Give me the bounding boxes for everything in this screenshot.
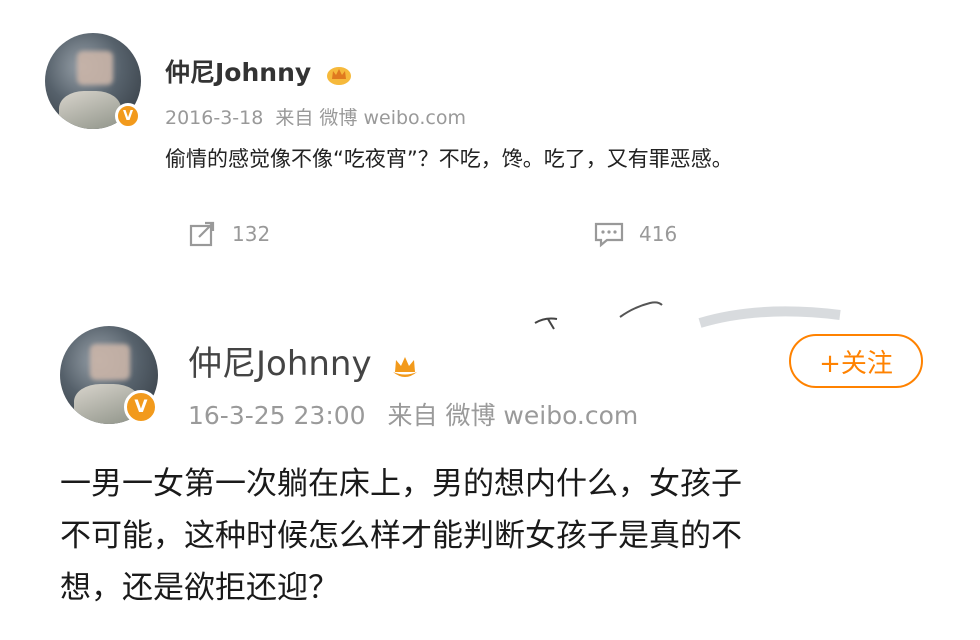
follow-button[interactable]: +关注 — [789, 334, 923, 388]
v-badge-icon: V — [115, 103, 141, 129]
username-text: 仲尼Johnny — [188, 344, 372, 384]
weibo-post-1: V 仲尼Johnny 2016-3-18 来自 微博 weibo.com 偷情的… — [0, 0, 980, 282]
post-text-line: 想，还是欲拒还迎？ — [60, 570, 339, 606]
crown-icon — [326, 63, 352, 85]
post-text: 偷情的感觉像不像“吃夜宵”？不吃，馋。吃了，又有罪恶感。 — [165, 147, 733, 171]
username[interactable]: 仲尼Johnny — [188, 336, 422, 385]
post-meta: 16-3-25 23:00 来自 微博 weibo.com — [188, 396, 638, 432]
post-source[interactable]: 来自 微博 weibo.com — [388, 401, 639, 430]
comment-icon — [594, 222, 624, 248]
comment-button[interactable]: 416 — [593, 220, 677, 248]
v-badge-icon: V — [124, 390, 158, 424]
post-source[interactable]: 来自 微博 weibo.com — [275, 107, 466, 129]
repost-button[interactable]: 132 — [188, 220, 270, 248]
post-date: 16-3-25 23:00 — [188, 401, 366, 430]
username-text: 仲尼Johnny — [165, 58, 312, 87]
post-date: 2016-3-18 — [165, 107, 264, 129]
post-text-line: 不可能，这种时候怎么样才能判断女孩子是真的不 — [60, 518, 742, 554]
crown-icon — [388, 351, 422, 381]
username[interactable]: 仲尼Johnny — [165, 53, 352, 89]
repost-count: 132 — [232, 222, 271, 246]
follow-label: +关注 — [819, 348, 893, 379]
comment-count: 416 — [639, 222, 678, 246]
post-text-line: 一男一女第一次躺在床上，男的想内什么，女孩子 — [60, 466, 742, 502]
repost-icon — [189, 221, 215, 247]
weibo-post-2: V 仲尼Johnny +关注 16-3-25 23:00 来自 微博 weibo… — [0, 292, 980, 640]
post-meta: 2016-3-18 来自 微博 weibo.com — [165, 103, 466, 130]
post-text: 一男一女第一次躺在床上，男的想内什么，女孩子 不可能，这种时候怎么样才能判断女孩… — [60, 458, 742, 614]
